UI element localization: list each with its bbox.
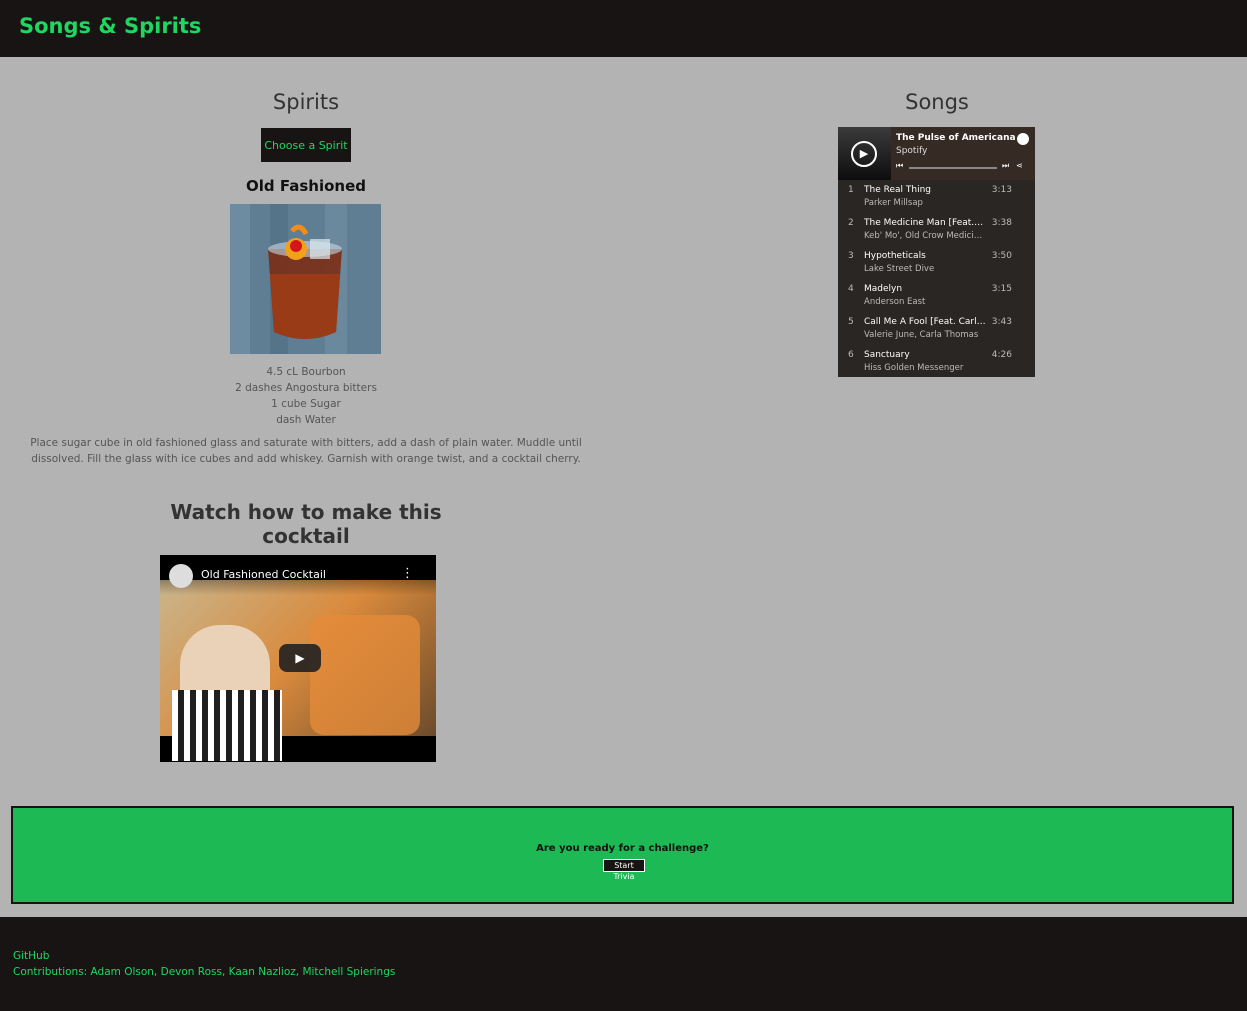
track-row[interactable]: 1 The Real Thing Parker Millsap 3:13 (838, 180, 1035, 213)
choose-spirit-button[interactable]: Choose a Spirit (261, 128, 351, 162)
progress-bar[interactable] (909, 167, 997, 169)
play-icon[interactable]: ▶ (279, 644, 321, 672)
share-icon[interactable]: ⋖ (1016, 161, 1023, 170)
track-title: The Medicine Man [Feat. Ol... (864, 218, 986, 228)
track-title: Call Me A Fool [Feat. Carla ... (864, 317, 986, 327)
player-header: ▶ The Pulse of Americana Spotify ⏮ ⏭ ⋖ (838, 127, 1035, 180)
ingredient-list: 4.5 cL Bourbon 2 dashes Angostura bitter… (0, 364, 612, 428)
track-duration: 3:43 (991, 317, 1012, 327)
track-artist: Keb' Mo', Old Crow Medicin... (864, 231, 986, 241)
track-row[interactable]: 3 Hypotheticals Lake Street Dive 3:50 (838, 246, 1035, 279)
track-artist: Anderson East (864, 297, 926, 307)
track-title: Hypotheticals (864, 251, 926, 261)
track-number: 1 (848, 185, 854, 195)
track-artist: Lake Street Dive (864, 264, 935, 274)
track-duration: 3:50 (991, 251, 1012, 261)
track-number: 2 (848, 218, 854, 228)
track-title: Sanctuary (864, 350, 910, 360)
track-duration: 3:13 (991, 185, 1012, 195)
challenge-question: Are you ready for a challenge? (536, 843, 709, 854)
start-trivia-button[interactable]: Start Trivia (603, 859, 645, 881)
chef-shirt (172, 690, 282, 761)
track-duration: 4:26 (991, 350, 1012, 360)
track-row[interactable]: 6 Sanctuary Hiss Golden Messenger 4:26 (838, 345, 1035, 378)
track-artist: Parker Millsap (864, 198, 923, 208)
previous-track-icon[interactable]: ⏮ (896, 161, 903, 171)
track-number: 4 (848, 284, 854, 294)
songs-heading: Songs (905, 90, 969, 114)
track-duration: 3:15 (991, 284, 1012, 294)
ingredient-item: 4.5 cL Bourbon (266, 366, 346, 378)
drink-instructions: Place sugar cube in old fashioned glass … (30, 437, 582, 465)
more-vertical-icon[interactable]: ⋮ (401, 566, 414, 581)
track-title: The Real Thing (864, 185, 931, 195)
ingredient-item: dash Water (276, 414, 336, 426)
playlist-cover: ▶ (838, 127, 891, 180)
video-heading: Watch how to make this cocktail (170, 500, 442, 548)
track-number: 3 (848, 251, 854, 261)
spirits-section: Spirits Choose a Spirit Old Fashioned 4.… (0, 57, 612, 797)
track-artist: Hiss Golden Messenger (864, 363, 964, 373)
track-number: 5 (848, 317, 854, 327)
cocktail-glass-figure (310, 615, 420, 735)
track-duration: 3:38 (991, 218, 1012, 228)
track-number: 6 (848, 350, 854, 360)
video-title[interactable]: Old Fashioned Cocktail (201, 568, 326, 581)
brand-title[interactable]: Songs & Spirits (19, 14, 201, 38)
track-row[interactable]: 5 Call Me A Fool [Feat. Carla ... Valeri… (838, 312, 1035, 345)
track-artist: Valerie June, Carla Thomas (864, 330, 979, 340)
track-title: Madelyn (864, 284, 903, 294)
play-icon[interactable]: ▶ (851, 141, 877, 167)
playlist-source: Spotify (896, 146, 928, 156)
drink-name: Old Fashioned (246, 177, 366, 195)
track-row[interactable]: 4 Madelyn Anderson East 3:15 (838, 279, 1035, 312)
github-link[interactable]: GitHub (13, 950, 49, 962)
spirits-heading: Spirits (272, 90, 340, 114)
next-track-icon[interactable]: ⏭ (1002, 161, 1009, 171)
trivia-challenge-banner: Are you ready for a challenge? Start Tri… (11, 806, 1234, 904)
site-footer: GitHub Contributions: Adam Olson, Devon … (0, 917, 1247, 1011)
drink-image (230, 204, 381, 354)
ingredient-item: 2 dashes Angostura bitters (235, 382, 377, 394)
playlist-title[interactable]: The Pulse of Americana (896, 133, 1016, 143)
track-row[interactable]: 2 The Medicine Man [Feat. Ol... Keb' Mo'… (838, 213, 1035, 246)
contributors-text: Contributions: Adam Olson, Devon Ross, K… (13, 966, 396, 978)
site-header: Songs & Spirits (0, 0, 1247, 57)
youtube-video-embed[interactable]: Old Fashioned Cocktail ⋮ ▶ (160, 555, 436, 762)
spotify-logo-icon[interactable] (1017, 133, 1029, 145)
songs-section: Songs ▶ The Pulse of Americana Spotify ⏮… (627, 57, 1247, 797)
ingredient-item: 1 cube Sugar (271, 398, 341, 410)
channel-avatar[interactable] (169, 564, 193, 588)
spotify-player[interactable]: ▶ The Pulse of Americana Spotify ⏮ ⏭ ⋖ 1… (838, 127, 1035, 377)
track-list: 1 The Real Thing Parker Millsap 3:13 2 T… (838, 180, 1035, 378)
